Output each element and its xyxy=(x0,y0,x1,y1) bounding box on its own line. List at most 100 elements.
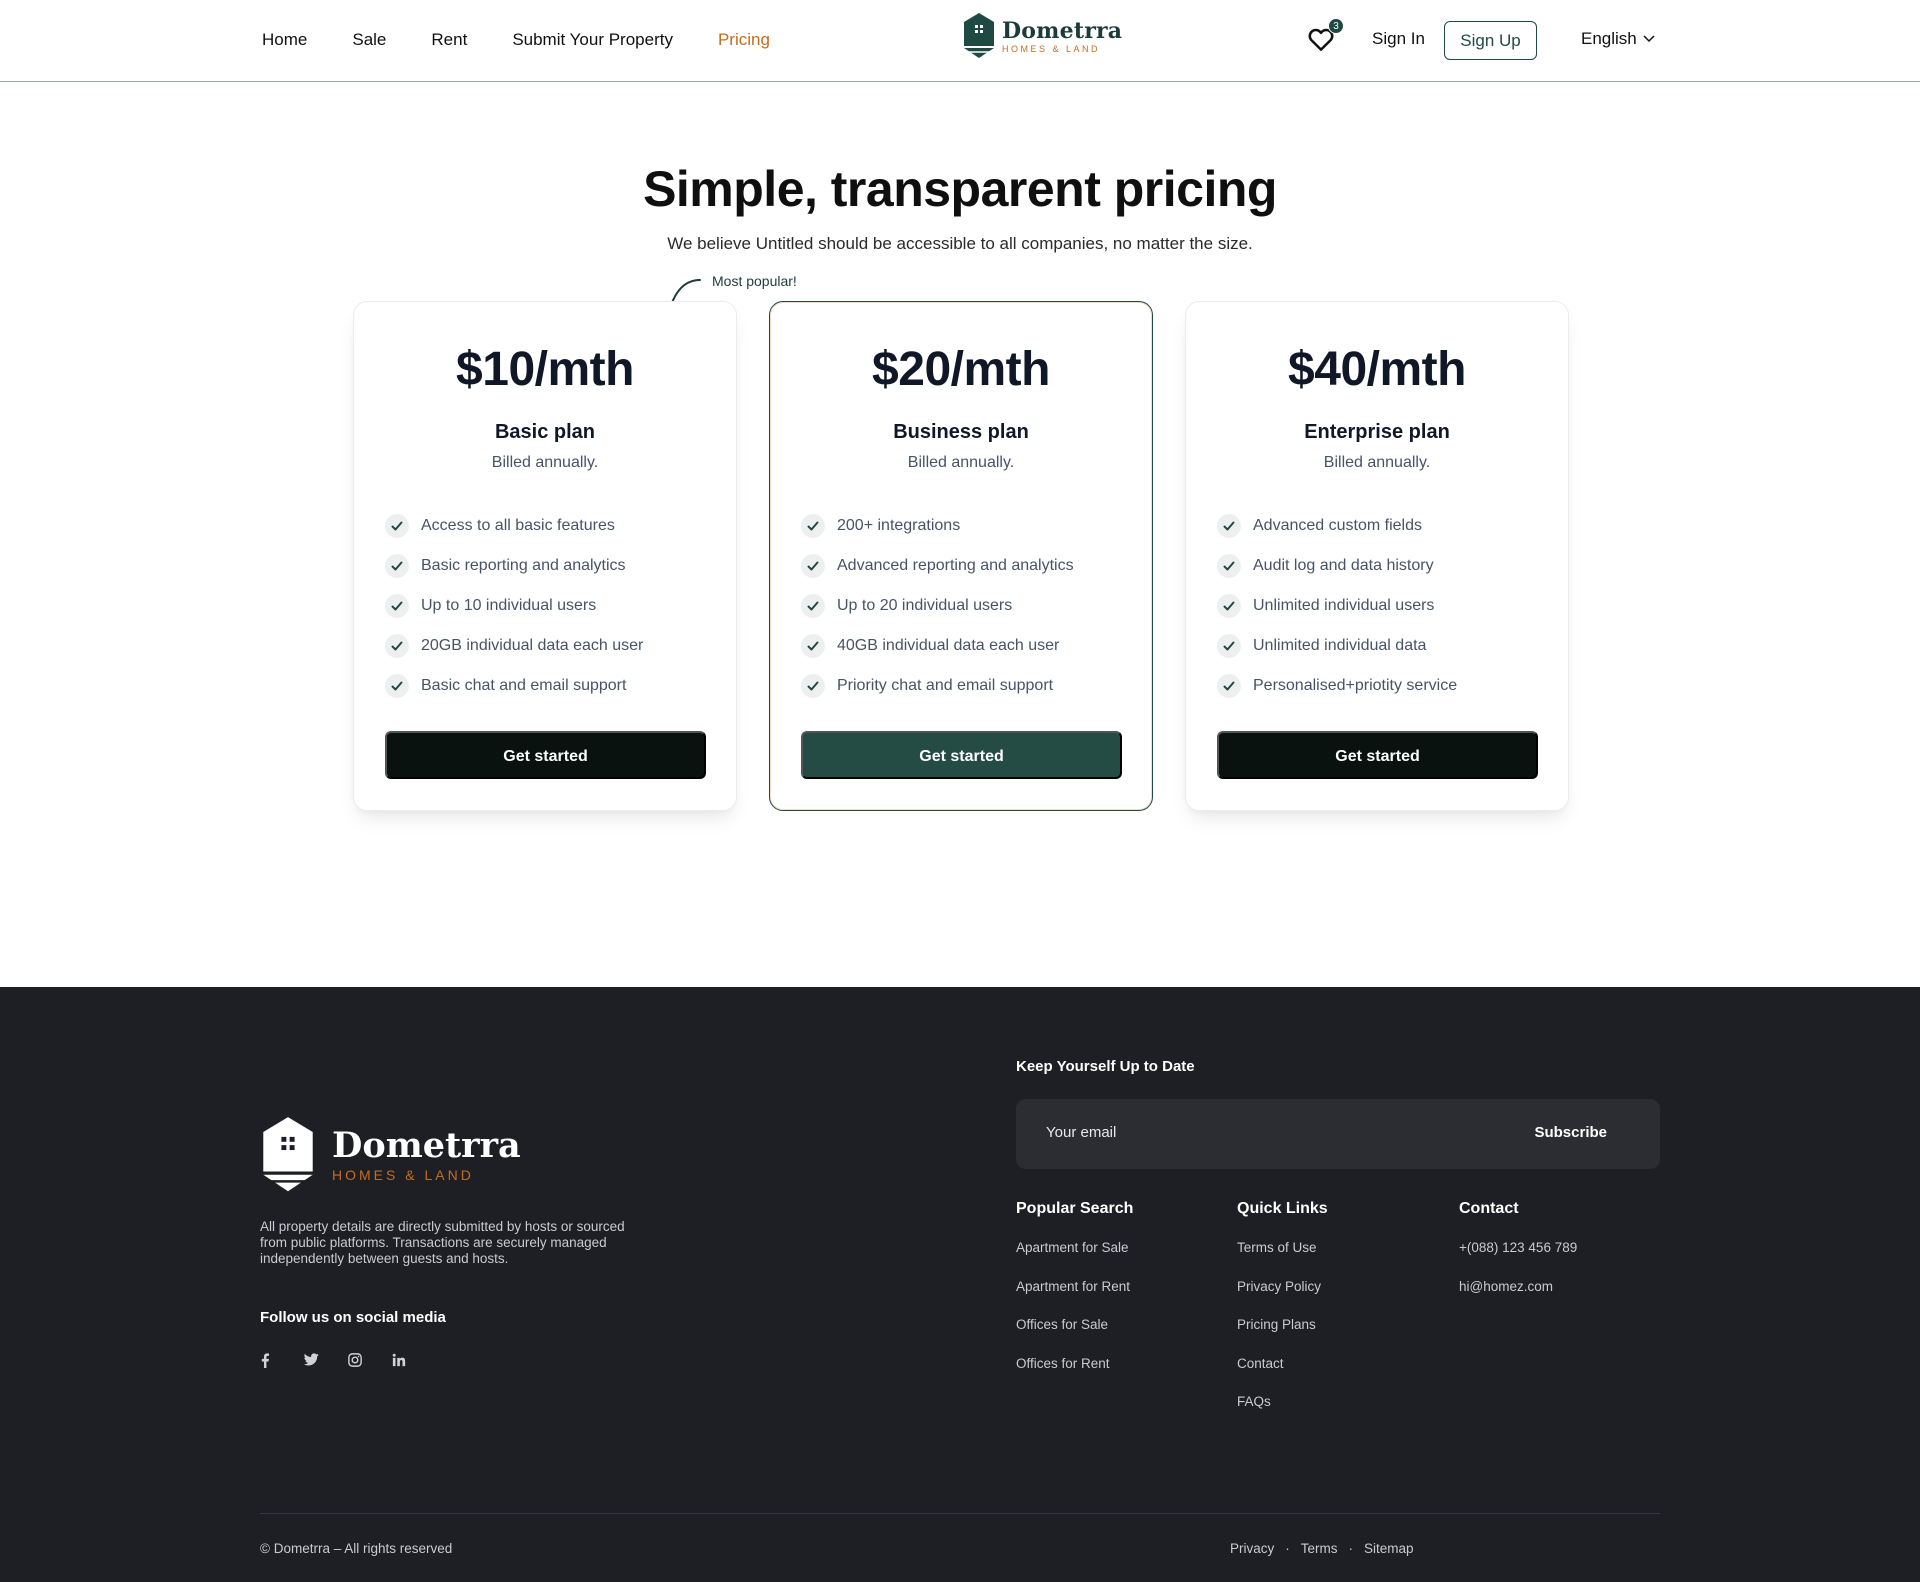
nav-home[interactable]: Home xyxy=(262,30,307,50)
linkedin-icon[interactable] xyxy=(392,1353,408,1369)
brand-tagline: HOMES & LAND xyxy=(1002,43,1101,54)
feature-label: Priority chat and email support xyxy=(837,677,1054,694)
feature-label: Unlimited individual users xyxy=(1253,597,1435,614)
footer-description: All property details are directly submit… xyxy=(260,1219,625,1266)
feature-item: Unlimited individual users xyxy=(1217,586,1457,626)
most-popular-label: Most popular! xyxy=(712,273,797,289)
footer-divider xyxy=(260,1513,1660,1514)
page-title: Simple, transparent pricing xyxy=(643,161,1277,217)
footer-link[interactable]: Apartment for Sale xyxy=(1016,1240,1133,1279)
check-icon xyxy=(1217,594,1241,618)
feature-item: Basic reporting and analytics xyxy=(385,546,643,586)
subscribe-button[interactable]: Subscribe xyxy=(1534,1124,1607,1141)
footer-col-heading: Contact xyxy=(1459,1200,1519,1217)
check-icon xyxy=(1217,634,1241,658)
contact-phone[interactable]: +(088) 123 456 789 xyxy=(1459,1240,1577,1279)
header-actions: 3 Sign In Sign Up English xyxy=(1220,0,1920,80)
footer-col-heading: Quick Links xyxy=(1237,1200,1328,1217)
check-icon xyxy=(801,634,825,658)
footer-link[interactable]: FAQs xyxy=(1237,1394,1328,1433)
footer-link[interactable]: Contact xyxy=(1237,1356,1328,1395)
house-logo-icon xyxy=(964,13,994,58)
check-icon xyxy=(801,674,825,698)
check-icon xyxy=(801,514,825,538)
feature-label: Up to 10 individual users xyxy=(421,597,597,614)
plan-name: Basic plan xyxy=(494,421,596,443)
feature-label: 20GB individual data each user xyxy=(421,637,644,654)
check-icon xyxy=(801,594,825,618)
feature-item: 20GB individual data each user xyxy=(385,626,643,666)
feature-item: Priority chat and email support xyxy=(801,666,1074,706)
get-started-button[interactable]: Get started xyxy=(801,731,1122,779)
brand-wordmark: Dometrra HOMES & LAND xyxy=(1002,19,1122,54)
brand-name: Dometrra xyxy=(1002,17,1123,44)
feature-list: 200+ integrations Advanced reporting and… xyxy=(801,506,1074,706)
newsletter-form: Your email Subscribe xyxy=(1016,1099,1660,1169)
favorites-button[interactable]: 3 xyxy=(1306,18,1344,56)
site-footer: Dometrra HOMES & LAND All property detai… xyxy=(0,987,1920,1582)
feature-item: Access to all basic features xyxy=(385,506,643,546)
nav-rent[interactable]: Rent xyxy=(431,30,467,50)
feature-item: Audit log and data history xyxy=(1217,546,1457,586)
site-header: Home Sale Rent Submit Your Property Pric… xyxy=(0,0,1920,82)
feature-label: Up to 20 individual users xyxy=(837,597,1013,614)
plan-billing: Billed annually. xyxy=(491,454,599,471)
brand-logo[interactable]: Dometrra HOMES & LAND xyxy=(962,12,1122,60)
footer-link[interactable]: Terms of Use xyxy=(1237,1240,1328,1279)
legal-links: Privacy · Terms · Sitemap xyxy=(1230,1541,1414,1556)
get-started-button[interactable]: Get started xyxy=(385,731,706,779)
check-icon xyxy=(1217,674,1241,698)
feature-label: 40GB individual data each user xyxy=(837,637,1060,654)
feature-item: 40GB individual data each user xyxy=(801,626,1074,666)
separator-dot: · xyxy=(1348,1541,1354,1556)
footer-brand-logo[interactable]: Dometrra HOMES & LAND xyxy=(260,1114,521,1196)
feature-item: Up to 10 individual users xyxy=(385,586,643,626)
footer-link[interactable]: Offices for Sale xyxy=(1016,1317,1133,1356)
instagram-icon[interactable] xyxy=(348,1353,364,1369)
follow-heading: Follow us on social media xyxy=(260,1309,446,1326)
footer-col-popular-search: Popular Search Apartment for Sale Apartm… xyxy=(1016,1200,1133,1394)
legal-link-sitemap[interactable]: Sitemap xyxy=(1364,1541,1414,1556)
feature-label: Personalised+priotity service xyxy=(1253,677,1458,694)
footer-link[interactable]: Pricing Plans xyxy=(1237,1317,1328,1356)
feature-item: Unlimited individual data xyxy=(1217,626,1457,666)
facebook-icon[interactable] xyxy=(260,1353,276,1369)
plan-card-business: $20/mth Business plan Billed annually. 2… xyxy=(769,301,1153,811)
main-nav: Home Sale Rent Submit Your Property Pric… xyxy=(262,0,815,80)
feature-list: Advanced custom fields Audit log and dat… xyxy=(1217,506,1457,706)
language-selector[interactable]: English xyxy=(1581,29,1655,49)
email-input[interactable]: Your email xyxy=(1046,1124,1116,1141)
separator-dot: · xyxy=(1285,1541,1290,1556)
plan-card-enterprise: $40/mth Enterprise plan Billed annually.… xyxy=(1185,301,1569,811)
footer-link[interactable]: Offices for Rent xyxy=(1016,1356,1133,1395)
twitter-icon[interactable] xyxy=(303,1353,320,1369)
feature-label: Unlimited individual data xyxy=(1253,637,1427,654)
legal-link-terms[interactable]: Terms xyxy=(1301,1541,1338,1556)
footer-link[interactable]: Privacy Policy xyxy=(1237,1279,1328,1318)
check-icon xyxy=(1217,554,1241,578)
plan-price: $40/mth xyxy=(1288,343,1466,396)
feature-item: 200+ integrations xyxy=(801,506,1074,546)
check-icon xyxy=(1217,514,1241,538)
feature-item: Personalised+priotity service xyxy=(1217,666,1457,706)
feature-item: Advanced reporting and analytics xyxy=(801,546,1074,586)
contact-email[interactable]: hi@homez.com xyxy=(1459,1279,1577,1318)
nav-sale[interactable]: Sale xyxy=(352,30,386,50)
footer-link[interactable]: Apartment for Rent xyxy=(1016,1279,1133,1318)
feature-item: Advanced custom fields xyxy=(1217,506,1457,546)
nav-pricing[interactable]: Pricing xyxy=(718,30,770,50)
sign-in-link[interactable]: Sign In xyxy=(1372,29,1425,49)
check-icon xyxy=(385,674,409,698)
get-started-button[interactable]: Get started xyxy=(1217,731,1538,779)
nav-submit-property[interactable]: Submit Your Property xyxy=(512,30,673,50)
newsletter-heading: Keep Yourself Up to Date xyxy=(1016,1058,1195,1075)
feature-label: Advanced reporting and analytics xyxy=(837,557,1074,574)
feature-label: 200+ integrations xyxy=(837,517,961,534)
check-icon xyxy=(801,554,825,578)
plan-name: Enterprise plan xyxy=(1304,421,1450,443)
legal-link-privacy[interactable]: Privacy xyxy=(1230,1541,1274,1556)
language-label: English xyxy=(1581,29,1637,48)
sign-up-button[interactable]: Sign Up xyxy=(1444,21,1537,60)
plan-billing: Billed annually. xyxy=(907,454,1015,471)
chevron-down-icon xyxy=(1643,35,1655,43)
